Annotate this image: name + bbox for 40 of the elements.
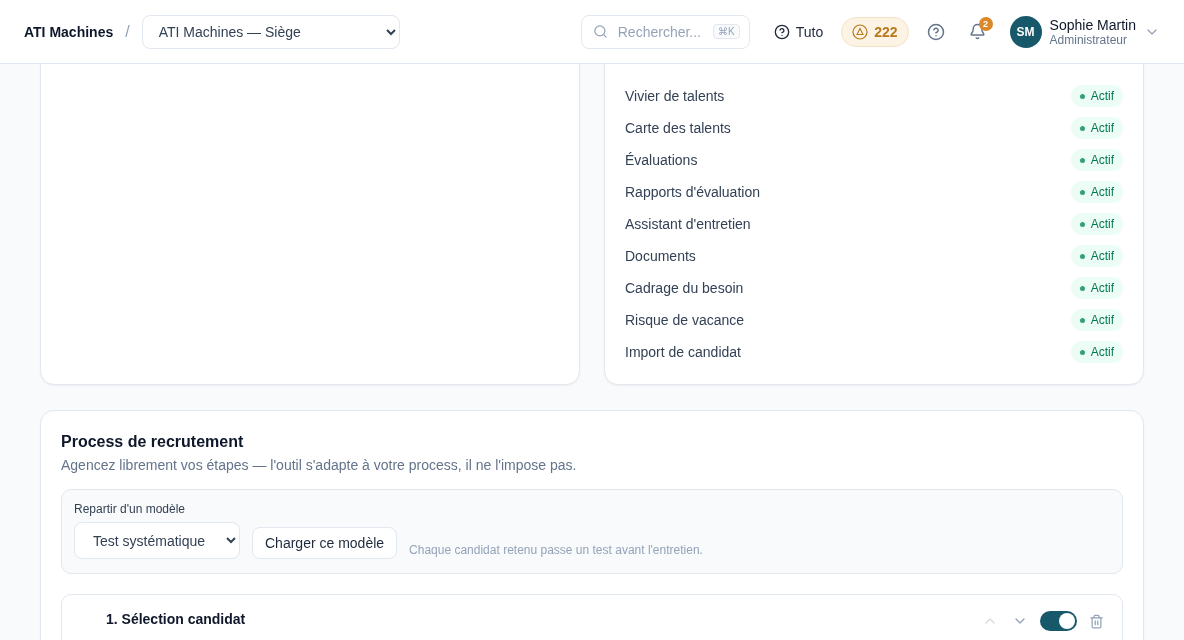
user-name: Sophie Martin [1049,16,1136,33]
brand-name[interactable]: ATI Machines [24,23,114,40]
status-badge: Actif [1070,277,1123,299]
user-role: Administrateur [1049,32,1128,47]
trash-icon [1089,613,1104,629]
status-badge: Actif [1070,117,1123,139]
notification-count: 2 [978,17,993,31]
template-label: Repartir d'un modèle [74,502,187,516]
status-badge: Actif [1070,85,1123,107]
module-name: Documents [625,248,696,264]
triangle-coin-icon [852,23,869,40]
status-badge: Actif [1070,181,1123,203]
template-hint: Chaque candidat retenu passe un test avant l'entretien. [409,543,703,557]
status-badge: Actif [1070,149,1123,171]
module-name: Rapports d'évaluation [625,184,760,200]
tuto-button[interactable]: Tuto [767,19,830,44]
module-name: Évaluations [625,152,698,168]
breadcrumb-separator: / [125,22,130,41]
bell-icon [968,23,986,40]
step-title: 1. Sélection candidat [106,611,246,627]
help-icon [773,23,790,40]
module-name: Import de candidat [625,344,741,360]
help-icon [926,22,945,41]
step-toggle[interactable] [1040,611,1077,631]
module-name: Risque de vacance [625,312,745,328]
status-badge: Actif [1070,341,1123,363]
status-badge: Actif [1070,245,1123,267]
status-badge: Actif [1070,213,1123,235]
module-name: Vivier de talents [625,88,725,104]
search-icon [592,23,608,39]
status-badge: Actif [1070,309,1123,331]
section-title: Process de recrutement [61,433,245,451]
module-name: Carte des talents [625,120,731,136]
user-avatar[interactable]: SM [1009,15,1042,48]
load-template-button[interactable]: Charger ce modèle [252,527,398,559]
module-name: Cadrage du besoin [625,280,744,296]
module-name: Assistant d'entretien [625,216,751,232]
section-subtitle: Agencez librement vos étapes — l'outil s'adapte à votre process, il ne l'impose pas. [61,457,578,473]
template-select[interactable]: Test systématique [74,522,240,559]
site-select[interactable]: ATI Machines — Siège [141,14,400,49]
